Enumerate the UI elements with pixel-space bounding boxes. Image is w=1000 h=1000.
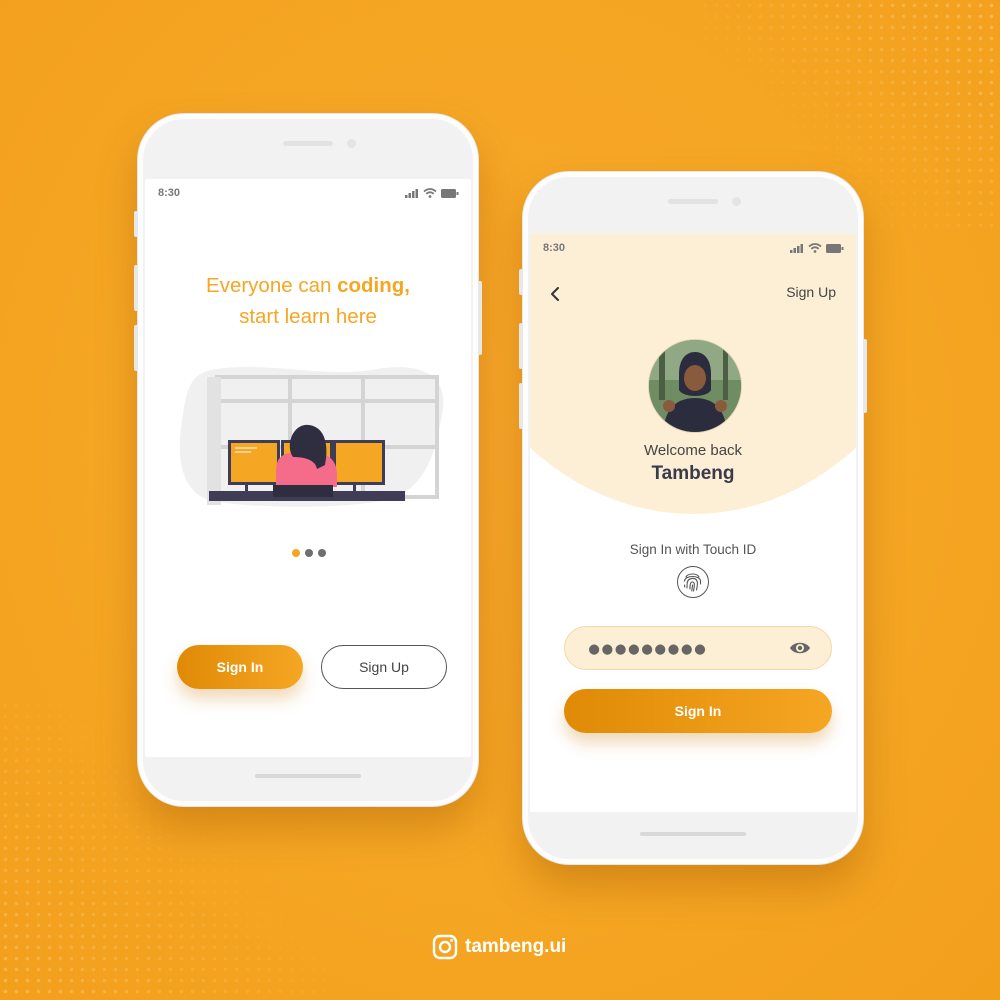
status-time: 8:30 xyxy=(543,242,566,254)
signal-icon xyxy=(790,244,803,253)
phone-speaker xyxy=(283,141,333,146)
headline-bold: coding, xyxy=(337,274,410,297)
back-button[interactable] xyxy=(545,284,565,304)
home-indicator xyxy=(255,774,361,778)
welcome-text: Welcome back xyxy=(643,442,743,459)
avatar xyxy=(648,339,742,433)
phone-mute-switch xyxy=(134,211,138,237)
headline-line2: start learn here xyxy=(239,305,377,328)
instagram-icon xyxy=(432,934,458,960)
phone-volume-up xyxy=(519,323,523,369)
phone-volume-down xyxy=(519,383,523,429)
phone-camera xyxy=(732,197,741,206)
instagram-handle[interactable]: tambeng.ui xyxy=(432,934,566,960)
password-field[interactable] xyxy=(564,626,832,671)
wifi-icon xyxy=(808,243,822,253)
headline-text: Everyone can xyxy=(206,274,338,297)
phone-power-button xyxy=(863,339,867,413)
status-icons xyxy=(790,243,844,253)
phone-volume-down xyxy=(134,325,138,371)
pager-dot-1[interactable] xyxy=(292,549,300,557)
wifi-icon xyxy=(423,188,437,198)
phone-camera xyxy=(347,139,356,148)
onboarding-screen: 8:30 Everyone can coding, start learn he… xyxy=(145,179,471,757)
sign-in-button[interactable]: Sign In xyxy=(177,645,303,689)
back-chevron-icon xyxy=(551,287,559,301)
phone-power-button xyxy=(478,281,482,355)
phone-speaker xyxy=(668,199,718,204)
eye-icon[interactable] xyxy=(789,639,811,657)
signal-icon xyxy=(405,189,418,198)
sign-up-button[interactable]: Sign Up xyxy=(321,645,447,689)
status-time: 8:30 xyxy=(158,187,181,199)
pager-dot-2[interactable] xyxy=(305,549,313,557)
fingerprint-icon xyxy=(683,573,702,592)
sign-up-link[interactable]: Sign Up xyxy=(786,284,836,300)
phone-login: 8:30 Sign Up Welcome back Tambeng Sign I… xyxy=(519,172,867,864)
password-input[interactable] xyxy=(587,627,791,671)
home-indicator xyxy=(640,832,746,836)
phone-mute-switch xyxy=(519,269,523,295)
avatar-photo xyxy=(649,340,741,432)
login-screen: 8:30 Sign Up Welcome back Tambeng Sign I… xyxy=(530,234,856,812)
phone-onboarding: 8:30 Everyone can coding, start learn he… xyxy=(134,114,482,806)
sign-in-button[interactable]: Sign In xyxy=(564,689,832,733)
battery-icon xyxy=(826,243,844,253)
user-name: Tambeng xyxy=(651,463,735,484)
touch-id-button[interactable] xyxy=(677,566,709,598)
status-icons xyxy=(405,188,459,198)
pager-dot-3[interactable] xyxy=(318,549,326,557)
instagram-handle-text: tambeng.ui xyxy=(465,936,567,957)
battery-icon xyxy=(441,188,459,198)
phone-volume-up xyxy=(134,265,138,311)
coding-illustration xyxy=(179,367,444,507)
touch-id-label: Sign In with Touch ID xyxy=(629,542,757,557)
onboarding-pager[interactable] xyxy=(292,549,326,557)
onboarding-headline: Everyone can coding, start learn here xyxy=(145,270,471,332)
